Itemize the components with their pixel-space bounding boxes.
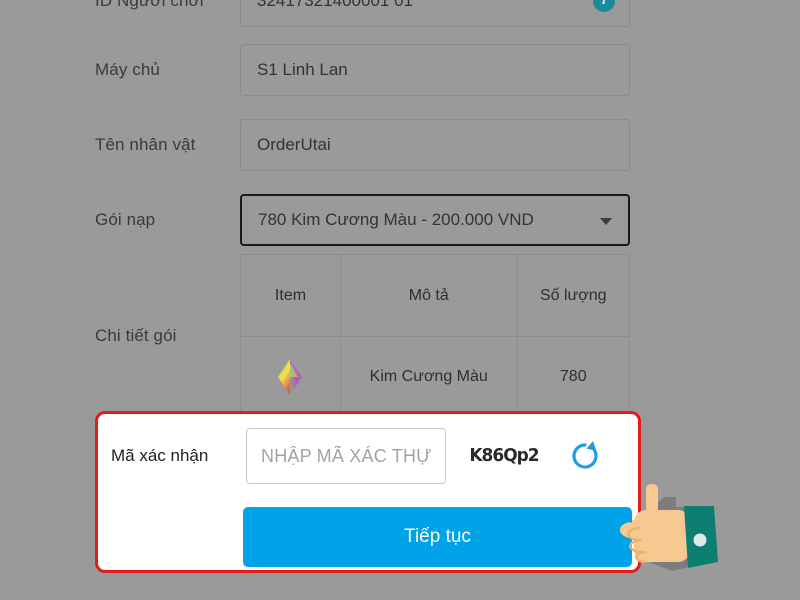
character-name-field[interactable]: OrderUtai xyxy=(240,119,630,171)
refresh-icon[interactable] xyxy=(562,439,608,473)
captcha-input[interactable] xyxy=(246,428,446,484)
column-header-quantity: Số lượng xyxy=(516,254,630,337)
package-detail-table: Item Mô tả Số lượng Kim Cương Màu 780 xyxy=(240,254,630,418)
info-icon[interactable]: i xyxy=(593,0,615,12)
package-select[interactable]: 780 Kim Cương Màu - 200.000 VND xyxy=(240,194,630,246)
table-row: Kim Cương Màu 780 xyxy=(240,336,630,418)
player-id-value: 32417321400001 01 xyxy=(257,0,413,10)
cell-item-icon xyxy=(240,336,341,418)
form-label-package: Gói nạp xyxy=(95,210,156,229)
character-name-value: OrderUtai xyxy=(257,135,331,154)
form-label-player-id: ID Người chơi xyxy=(95,0,204,10)
captcha-row: Mã xác nhận K86Qp2 xyxy=(106,422,636,490)
form-label-character-name: Tên nhân vật xyxy=(95,135,196,154)
server-value: S1 Linh Lan xyxy=(257,60,348,79)
table-header-row: Item Mô tả Số lượng xyxy=(240,254,630,337)
diamond-gem-icon xyxy=(270,357,310,397)
form-row-package: Gói nạp 780 Kim Cương Màu - 200.000 VND xyxy=(95,194,630,246)
form-label-server: Máy chủ xyxy=(95,60,160,79)
form-row-player-id: ID Người chơi 32417321400001 01 i xyxy=(95,0,630,27)
captcha-panel: Mã xác nhận K86Qp2 Tiếp tục xyxy=(95,411,641,573)
form-row-server: Máy chủ S1 Linh Lan xyxy=(95,44,630,96)
server-field[interactable]: S1 Linh Lan xyxy=(240,44,630,96)
captcha-label: Mã xác nhận xyxy=(111,446,209,465)
column-header-item: Item xyxy=(240,254,341,337)
package-detail-section: Chi tiết gói Item Mô tả Số lượng Kim Cươ… xyxy=(95,254,630,418)
cell-quantity: 780 xyxy=(516,336,630,418)
package-select-value: 780 Kim Cương Màu - 200.000 VND xyxy=(258,210,534,229)
form-row-character-name: Tên nhân vật OrderUtai xyxy=(95,119,630,171)
captcha-code-image: K86Qp2 xyxy=(469,445,539,467)
chevron-down-icon[interactable] xyxy=(600,218,612,225)
continue-button[interactable]: Tiếp tục xyxy=(243,507,632,567)
column-header-description: Mô tả xyxy=(339,254,518,337)
form-label-package-detail: Chi tiết gói xyxy=(95,326,177,345)
cell-description: Kim Cương Màu xyxy=(339,336,518,418)
player-id-field[interactable]: 32417321400001 01 i xyxy=(240,0,630,27)
